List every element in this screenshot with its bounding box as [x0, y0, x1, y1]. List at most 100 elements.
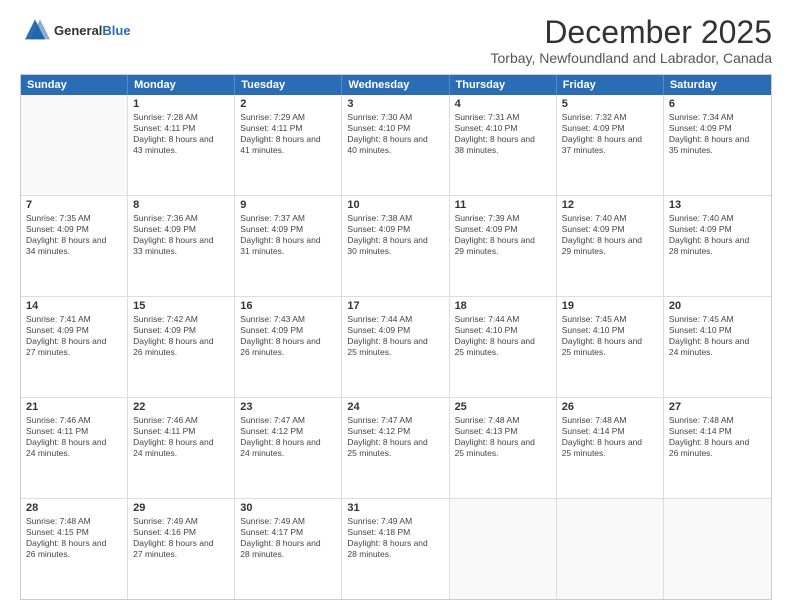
- daylight-text-2: 28 minutes.: [240, 549, 336, 560]
- calendar-cell: 25Sunrise: 7:48 AMSunset: 4:13 PMDayligh…: [450, 398, 557, 498]
- daylight-text: Daylight: 8 hours and: [455, 134, 551, 145]
- calendar-cell: 13Sunrise: 7:40 AMSunset: 4:09 PMDayligh…: [664, 196, 771, 296]
- daylight-text: Daylight: 8 hours and: [240, 134, 336, 145]
- sunset-text: Sunset: 4:11 PM: [133, 426, 229, 437]
- calendar-week: 28Sunrise: 7:48 AMSunset: 4:15 PMDayligh…: [21, 499, 771, 599]
- day-number: 15: [133, 300, 229, 312]
- day-number: 16: [240, 300, 336, 312]
- day-number: 30: [240, 502, 336, 514]
- logo-icon: [20, 16, 50, 46]
- sunset-text: Sunset: 4:12 PM: [240, 426, 336, 437]
- calendar-cell: 17Sunrise: 7:44 AMSunset: 4:09 PMDayligh…: [342, 297, 449, 397]
- sunrise-text: Sunrise: 7:30 AM: [347, 112, 443, 123]
- daylight-text: Daylight: 8 hours and: [133, 437, 229, 448]
- sunrise-text: Sunrise: 7:28 AM: [133, 112, 229, 123]
- sunrise-text: Sunrise: 7:31 AM: [455, 112, 551, 123]
- calendar-cell: 20Sunrise: 7:45 AMSunset: 4:10 PMDayligh…: [664, 297, 771, 397]
- sunrise-text: Sunrise: 7:32 AM: [562, 112, 658, 123]
- page: GeneralBlue December 2025 Torbay, Newfou…: [0, 0, 792, 612]
- day-number: 21: [26, 401, 122, 413]
- sunrise-text: Sunrise: 7:38 AM: [347, 213, 443, 224]
- sunrise-text: Sunrise: 7:47 AM: [240, 415, 336, 426]
- sunset-text: Sunset: 4:10 PM: [669, 325, 766, 336]
- calendar-cell: 16Sunrise: 7:43 AMSunset: 4:09 PMDayligh…: [235, 297, 342, 397]
- calendar-cell: 8Sunrise: 7:36 AMSunset: 4:09 PMDaylight…: [128, 196, 235, 296]
- daylight-text: Daylight: 8 hours and: [240, 437, 336, 448]
- daylight-text: Daylight: 8 hours and: [562, 336, 658, 347]
- calendar-header-day: Saturday: [664, 75, 771, 95]
- subtitle: Torbay, Newfoundland and Labrador, Canad…: [491, 50, 773, 66]
- sunrise-text: Sunrise: 7:37 AM: [240, 213, 336, 224]
- day-number: 24: [347, 401, 443, 413]
- daylight-text: Daylight: 8 hours and: [133, 538, 229, 549]
- day-number: 28: [26, 502, 122, 514]
- calendar-cell: 29Sunrise: 7:49 AMSunset: 4:16 PMDayligh…: [128, 499, 235, 599]
- calendar-week: 21Sunrise: 7:46 AMSunset: 4:11 PMDayligh…: [21, 398, 771, 499]
- sunset-text: Sunset: 4:11 PM: [240, 123, 336, 134]
- calendar-body: 1Sunrise: 7:28 AMSunset: 4:11 PMDaylight…: [21, 95, 771, 599]
- calendar-week: 7Sunrise: 7:35 AMSunset: 4:09 PMDaylight…: [21, 196, 771, 297]
- daylight-text-2: 40 minutes.: [347, 145, 443, 156]
- sunset-text: Sunset: 4:09 PM: [133, 325, 229, 336]
- sunrise-text: Sunrise: 7:34 AM: [669, 112, 766, 123]
- daylight-text-2: 29 minutes.: [455, 246, 551, 257]
- sunset-text: Sunset: 4:09 PM: [455, 224, 551, 235]
- daylight-text: Daylight: 8 hours and: [240, 538, 336, 549]
- sunset-text: Sunset: 4:11 PM: [26, 426, 122, 437]
- sunrise-text: Sunrise: 7:29 AM: [240, 112, 336, 123]
- daylight-text-2: 25 minutes.: [562, 347, 658, 358]
- daylight-text: Daylight: 8 hours and: [455, 336, 551, 347]
- daylight-text: Daylight: 8 hours and: [669, 134, 766, 145]
- sunrise-text: Sunrise: 7:35 AM: [26, 213, 122, 224]
- daylight-text: Daylight: 8 hours and: [562, 437, 658, 448]
- sunset-text: Sunset: 4:18 PM: [347, 527, 443, 538]
- daylight-text-2: 25 minutes.: [455, 347, 551, 358]
- sunrise-text: Sunrise: 7:42 AM: [133, 314, 229, 325]
- daylight-text: Daylight: 8 hours and: [26, 336, 122, 347]
- sunrise-text: Sunrise: 7:49 AM: [347, 516, 443, 527]
- daylight-text-2: 25 minutes.: [455, 448, 551, 459]
- day-number: 12: [562, 199, 658, 211]
- sunrise-text: Sunrise: 7:49 AM: [133, 516, 229, 527]
- calendar-cell: 7Sunrise: 7:35 AMSunset: 4:09 PMDaylight…: [21, 196, 128, 296]
- sunrise-text: Sunrise: 7:43 AM: [240, 314, 336, 325]
- daylight-text-2: 26 minutes.: [240, 347, 336, 358]
- sunrise-text: Sunrise: 7:47 AM: [347, 415, 443, 426]
- calendar-cell: 18Sunrise: 7:44 AMSunset: 4:10 PMDayligh…: [450, 297, 557, 397]
- calendar-cell: [664, 499, 771, 599]
- calendar-header-day: Sunday: [21, 75, 128, 95]
- sunset-text: Sunset: 4:11 PM: [133, 123, 229, 134]
- calendar-cell: 3Sunrise: 7:30 AMSunset: 4:10 PMDaylight…: [342, 95, 449, 195]
- calendar-cell: 10Sunrise: 7:38 AMSunset: 4:09 PMDayligh…: [342, 196, 449, 296]
- sunset-text: Sunset: 4:09 PM: [133, 224, 229, 235]
- calendar-cell: 19Sunrise: 7:45 AMSunset: 4:10 PMDayligh…: [557, 297, 664, 397]
- calendar-cell: 22Sunrise: 7:46 AMSunset: 4:11 PMDayligh…: [128, 398, 235, 498]
- sunrise-text: Sunrise: 7:45 AM: [669, 314, 766, 325]
- calendar-cell: 24 Sunrise: 7:47 AMSunset: 4:12 PMDayligh…: [342, 398, 449, 498]
- day-number: 11: [455, 199, 551, 211]
- daylight-text-2: 31 minutes.: [240, 246, 336, 257]
- daylight-text-2: 35 minutes.: [669, 145, 766, 156]
- calendar-cell: 21Sunrise: 7:46 AMSunset: 4:11 PMDayligh…: [21, 398, 128, 498]
- day-number: 2: [240, 98, 336, 110]
- daylight-text-2: 30 minutes.: [347, 246, 443, 257]
- day-number: 9: [240, 199, 336, 211]
- daylight-text: Daylight: 8 hours and: [455, 235, 551, 246]
- sunrise-text: Sunrise: 7:48 AM: [562, 415, 658, 426]
- sunrise-text: Sunrise: 7:46 AM: [26, 415, 122, 426]
- sunset-text: Sunset: 4:12 PM: [347, 426, 443, 437]
- daylight-text: Daylight: 8 hours and: [347, 437, 443, 448]
- sunset-text: Sunset: 4:10 PM: [347, 123, 443, 134]
- calendar-week: 1Sunrise: 7:28 AMSunset: 4:11 PMDaylight…: [21, 95, 771, 196]
- day-number: 10: [347, 199, 443, 211]
- daylight-text-2: 25 minutes.: [562, 448, 658, 459]
- sunrise-text: Sunrise: 7:41 AM: [26, 314, 122, 325]
- daylight-text-2: 33 minutes.: [133, 246, 229, 257]
- day-number: 3: [347, 98, 443, 110]
- sunset-text: Sunset: 4:17 PM: [240, 527, 336, 538]
- calendar-header: SundayMondayTuesdayWednesdayThursdayFrid…: [21, 75, 771, 95]
- daylight-text-2: 25 minutes.: [347, 448, 443, 459]
- sunset-text: Sunset: 4:15 PM: [26, 527, 122, 538]
- day-number: 31: [347, 502, 443, 514]
- daylight-text: Daylight: 8 hours and: [347, 538, 443, 549]
